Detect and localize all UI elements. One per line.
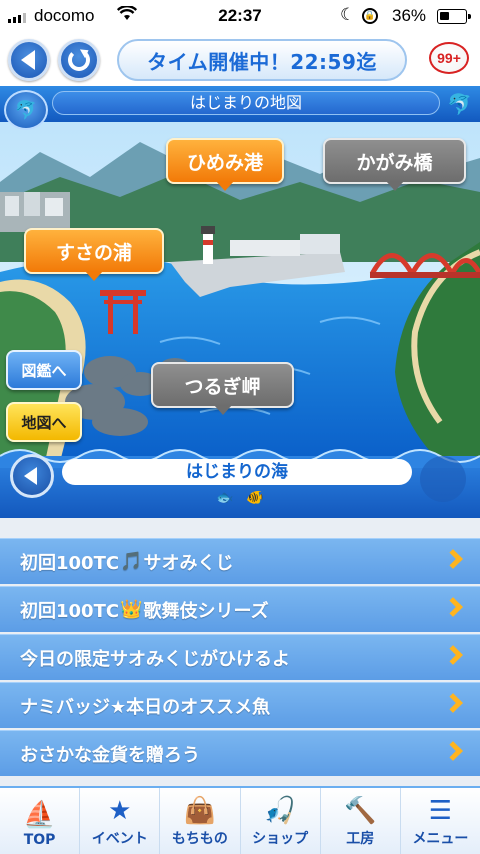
nav-label: ショップ — [252, 831, 309, 847]
chevron-right-icon — [443, 549, 463, 569]
back-arrow-icon — [20, 50, 35, 70]
event-menu-list: 初回100TC 🎵 サオみくじ 初回100TC 👑 歌舞伎シリーズ 今日の限定サ… — [0, 538, 480, 778]
menu-item-daily-limited-mikuji[interactable]: 今日の限定サオみくじがひけるよ — [0, 634, 480, 680]
menu-item-label: 初回100TC — [20, 552, 120, 574]
left-arrow-icon — [24, 467, 37, 485]
nav-label: メニュー — [412, 831, 469, 847]
chevron-right-icon — [443, 741, 463, 761]
area-selector: はじまりの海 🐟 🐠 — [0, 449, 480, 518]
nav-label: もちもの — [171, 831, 228, 847]
menu-item-kabuki-series[interactable]: 初回100TC 👑 歌舞伎シリーズ — [0, 586, 480, 632]
hammer-icon: 🔨 — [344, 796, 377, 826]
nav-label: 工房 — [346, 831, 375, 847]
location-susa-no-ura[interactable]: すさの浦 — [24, 228, 164, 281]
map-panel: はじまりの地図 🐬 🐬 ひめみ港 かがみ橋 すさの浦 つるぎ岬 図鑑へ 地図へ … — [0, 86, 480, 518]
map-button[interactable]: 地図へ — [6, 402, 82, 442]
location-kagami-bridge[interactable]: かがみ橋 — [323, 138, 466, 191]
map-title: はじまりの地図 — [52, 91, 440, 115]
music-note-icon: 🎵 — [120, 551, 143, 572]
reload-button[interactable] — [58, 39, 100, 81]
chevron-right-icon — [443, 693, 463, 713]
status-bar: docomo 22:37 ☾ 🔒 36% — [0, 0, 480, 34]
hamburger-icon: ☰ — [428, 796, 453, 826]
menu-item-label: 初回100TC — [20, 600, 120, 622]
nav-top[interactable]: ⛵ TOP — [0, 788, 81, 854]
back-button[interactable] — [8, 39, 50, 81]
menu-item-send-gold-coins[interactable]: おさかな金貨を贈ろう — [0, 730, 480, 776]
location-tsurugi-cape[interactable]: つるぎ岬 — [151, 362, 294, 415]
menu-item-label: ナミバッジ★本日のオススメ魚 — [20, 696, 271, 718]
menu-item-label-suffix: 歌舞伎シリーズ — [143, 600, 269, 622]
nav-label: TOP — [23, 832, 56, 848]
menu-item-saomikuji[interactable]: 初回100TC 🎵 サオみくじ — [0, 538, 480, 584]
menu-item-label: 今日の限定サオみくじがひけるよ — [20, 648, 290, 670]
chevron-right-icon — [443, 597, 463, 617]
battery-percent: 36% — [392, 6, 427, 25]
nav-items[interactable]: 👜 もちもの — [160, 788, 241, 854]
bottom-navigation: ⛵ TOP ★ イベント 👜 もちもの 🎣 ショップ 🔨 工房 ☰ メニュー — [0, 786, 480, 854]
menu-item-recommended-fish[interactable]: ナミバッジ★本日のオススメ魚 — [0, 682, 480, 728]
notification-badge: 99+ — [429, 42, 469, 74]
star-icon: ★ — [108, 796, 132, 826]
dolphin-badge-icon: 🐬 — [4, 90, 48, 130]
chevron-right-icon — [443, 645, 463, 665]
dolphin-icon: 🐬 — [447, 92, 472, 116]
do-not-disturb-icon: ☾ — [340, 5, 356, 25]
nav-menu[interactable]: ☰ メニュー — [400, 788, 480, 854]
crown-icon: 👑 — [120, 599, 143, 620]
bag-icon: 👜 — [183, 796, 217, 826]
encyclopedia-button[interactable]: 図鑑へ — [6, 350, 82, 390]
page-dot-active-fish-icon: 🐠 — [246, 490, 264, 506]
page-dot-inactive-fish-icon: 🐟 — [216, 490, 234, 506]
boat-icon: ⛵ — [23, 800, 56, 830]
nav-label: イベント — [91, 831, 148, 847]
map-title-bar: はじまりの地図 🐬 — [0, 86, 480, 122]
notification-button[interactable]: 99+ — [429, 42, 473, 78]
event-banner[interactable]: タイム開催中！22:59迄 — [117, 39, 407, 81]
location-himemi-port[interactable]: ひめみ港 — [166, 138, 284, 191]
area-name: はじまりの海 — [62, 459, 412, 485]
menu-item-label: おさかな金貨を贈ろう — [20, 744, 200, 766]
nav-event[interactable]: ★ イベント — [80, 788, 161, 854]
page-indicator: 🐟 🐠 — [0, 490, 480, 506]
app-header: タイム開催中！22:59迄 99+ — [0, 34, 480, 86]
fishing-rod-icon: 🎣 — [263, 796, 297, 826]
rotation-lock-icon: 🔒 — [362, 8, 378, 24]
nav-workshop[interactable]: 🔨 工房 — [320, 788, 401, 854]
menu-item-label-suffix: サオみくじ — [143, 552, 234, 574]
reload-icon — [68, 49, 90, 71]
nav-shop[interactable]: 🎣 ショップ — [240, 788, 321, 854]
battery-icon — [437, 9, 471, 24]
